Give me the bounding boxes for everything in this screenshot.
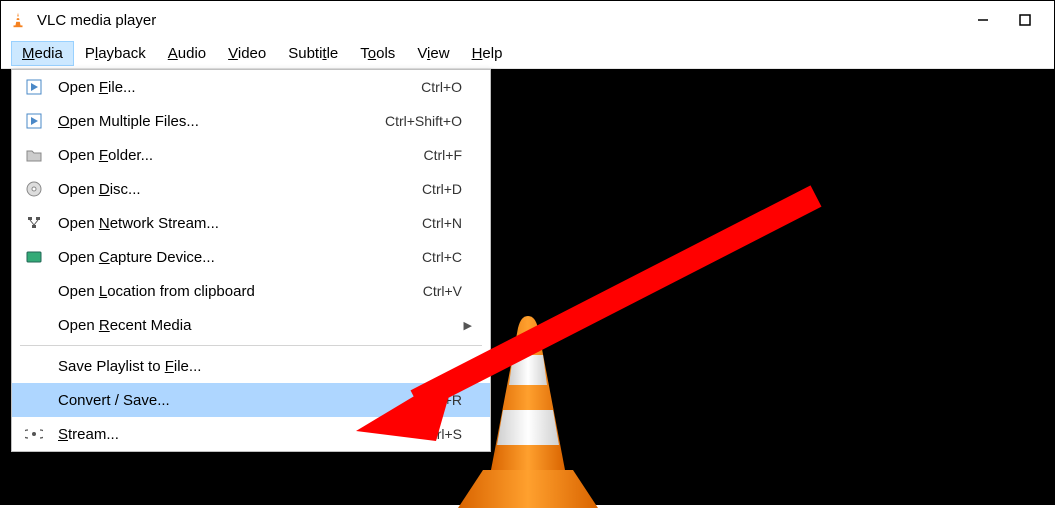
folder-icon: [22, 148, 46, 162]
stream-icon: [22, 427, 46, 441]
maximize-button[interactable]: [1004, 5, 1046, 35]
disc-icon: [22, 181, 46, 197]
media-dropdown-menu: Open File... Ctrl+O Open Multiple Files.…: [11, 69, 491, 452]
network-icon: [22, 215, 46, 231]
menu-video[interactable]: Video: [217, 41, 277, 66]
menu-open-recent-media[interactable]: Open Recent Media ▶: [12, 308, 490, 342]
menu-bar: Media Playback Audio Video Subtitle Tool…: [1, 39, 1054, 69]
menu-open-location-clipboard[interactable]: Open Location from clipboard Ctrl+V: [12, 274, 490, 308]
menu-open-multiple-files[interactable]: Open Multiple Files... Ctrl+Shift+O: [12, 104, 490, 138]
submenu-arrow-icon: ▶: [464, 319, 472, 332]
menu-audio[interactable]: Audio: [157, 41, 217, 66]
menu-convert-save[interactable]: Convert / Save... Ctrl+R: [12, 383, 490, 417]
menu-save-playlist[interactable]: Save Playlist to File...: [12, 349, 490, 383]
vlc-cone-icon: [9, 11, 29, 29]
menu-playback[interactable]: Playback: [74, 41, 157, 66]
menu-subtitle[interactable]: Subtitle: [277, 41, 349, 66]
menu-open-network-stream[interactable]: Open Network Stream... Ctrl+N: [12, 206, 490, 240]
title-bar: VLC media player: [1, 1, 1054, 39]
menu-open-disc[interactable]: Open Disc... Ctrl+D: [12, 172, 490, 206]
menu-help[interactable]: Help: [461, 41, 514, 66]
separator: [20, 345, 482, 346]
menu-view[interactable]: View: [406, 41, 460, 66]
menu-stream[interactable]: Stream... Ctrl+S: [12, 417, 490, 451]
menu-open-folder[interactable]: Open Folder... Ctrl+F: [12, 138, 490, 172]
window-title: VLC media player: [37, 12, 156, 29]
play-file-icon: [22, 113, 46, 129]
menu-open-capture-device[interactable]: Open Capture Device... Ctrl+C: [12, 240, 490, 274]
play-file-icon: [22, 79, 46, 95]
menu-tools[interactable]: Tools: [349, 41, 406, 66]
menu-open-file[interactable]: Open File... Ctrl+O: [12, 70, 490, 104]
menu-media[interactable]: Media: [11, 41, 74, 66]
capture-icon: [22, 250, 46, 264]
minimize-button[interactable]: [962, 5, 1004, 35]
